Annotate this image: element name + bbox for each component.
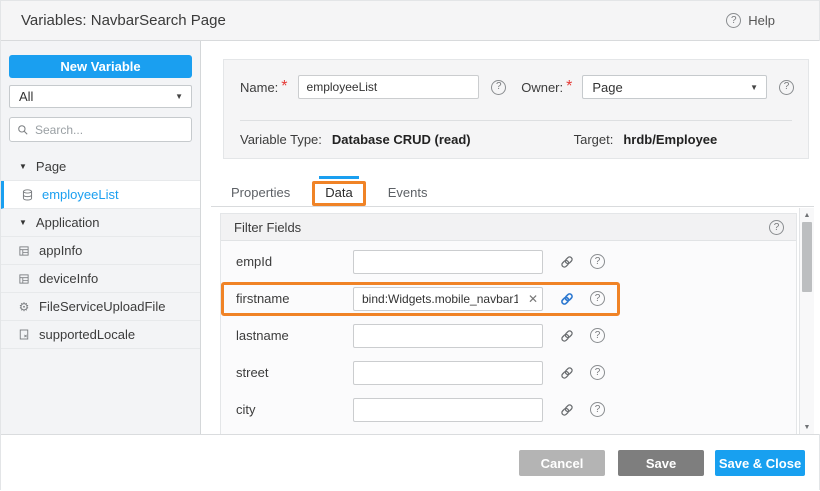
search-icon <box>17 124 29 136</box>
help-label: Help <box>748 13 775 28</box>
variables-tree: Page employeeList Application <box>1 153 200 349</box>
tree-item-fileserviceuploadfile[interactable]: ⚙ FileServiceUploadFile <box>1 293 200 321</box>
filter-field-row-city: city <box>221 391 796 428</box>
firstname-input[interactable] <box>353 287 543 311</box>
content-scrollbar[interactable] <box>799 208 814 434</box>
filter-fields-section: Filter Fields empId <box>220 213 797 434</box>
variables-dialog: Variables: NavbarSearch Page Help New Va… <box>0 0 820 490</box>
variable-search <box>9 117 192 142</box>
tab-label: Properties <box>231 185 290 200</box>
document-icon <box>17 328 31 341</box>
help-button[interactable]: Help <box>726 13 775 28</box>
lastname-input[interactable] <box>353 324 543 348</box>
active-tab-indicator <box>319 176 358 179</box>
bind-link-icon-active[interactable] <box>560 292 574 306</box>
bind-link-icon[interactable] <box>560 366 574 380</box>
variable-type-value: Database CRUD (read) <box>332 132 471 147</box>
clear-binding-icon[interactable] <box>528 293 538 305</box>
name-help-icon[interactable] <box>491 80 506 95</box>
field-help-icon[interactable] <box>590 291 605 306</box>
grid-icon <box>17 245 31 257</box>
tab-events[interactable]: Events <box>383 180 433 205</box>
tree-group-page[interactable]: Page <box>1 153 200 181</box>
dialog-header: Variables: NavbarSearch Page Help <box>1 1 819 41</box>
required-marker: * <box>566 78 572 96</box>
required-marker: * <box>281 78 287 96</box>
owner-help-icon[interactable] <box>779 80 794 95</box>
name-label: Name: <box>240 80 278 95</box>
help-question-icon <box>726 13 741 28</box>
field-help-icon[interactable] <box>590 254 605 269</box>
section-title: Filter Fields <box>234 220 301 235</box>
tab-label: Events <box>388 185 428 200</box>
filter-fields-help-icon[interactable] <box>769 220 784 235</box>
tree-item-deviceinfo[interactable]: deviceInfo <box>1 265 200 293</box>
scroll-up-icon[interactable] <box>800 209 814 221</box>
field-label: city <box>221 402 353 417</box>
street-input[interactable] <box>353 361 543 385</box>
tab-label: Data <box>325 185 352 200</box>
cancel-button[interactable]: Cancel <box>519 450 605 476</box>
bind-link-icon[interactable] <box>560 403 574 417</box>
tree-item-label: supportedLocale <box>39 327 135 342</box>
variable-filter-value: All <box>19 89 33 104</box>
tree-item-appinfo[interactable]: appInfo <box>1 237 200 265</box>
grid-icon <box>17 273 31 285</box>
variable-summary-panel: Name: * Owner: * Page Variable Type: Dat… <box>223 59 809 159</box>
city-input[interactable] <box>353 398 543 422</box>
field-label: street <box>221 365 353 380</box>
filter-field-row-firstname: firstname <box>221 280 796 317</box>
database-icon <box>20 188 34 202</box>
field-help-icon[interactable] <box>590 365 605 380</box>
variable-name-field[interactable] <box>298 75 480 99</box>
empid-input[interactable] <box>353 250 543 274</box>
tab-data[interactable]: Data <box>320 180 357 205</box>
page-title: Variables: NavbarSearch Page <box>21 12 226 29</box>
tree-item-label: appInfo <box>39 243 82 258</box>
field-help-icon[interactable] <box>590 328 605 343</box>
owner-dropdown[interactable]: Page <box>582 75 767 99</box>
filter-field-row-street: street <box>221 354 796 391</box>
tree-group-label: Page <box>36 159 66 174</box>
save-and-close-button[interactable]: Save & Close <box>715 450 805 476</box>
panel-divider <box>240 120 792 121</box>
search-input[interactable] <box>35 123 184 137</box>
bind-link-icon[interactable] <box>560 255 574 269</box>
tree-item-label: deviceInfo <box>39 271 98 286</box>
tree-group-application[interactable]: Application <box>1 209 200 237</box>
field-help-icon[interactable] <box>590 402 605 417</box>
save-button[interactable]: Save <box>618 450 704 476</box>
new-variable-button[interactable]: New Variable <box>9 55 192 78</box>
tree-item-label: FileServiceUploadFile <box>39 299 165 314</box>
gear-icon: ⚙ <box>17 300 31 314</box>
bind-link-icon[interactable] <box>560 329 574 343</box>
filter-field-row-lastname: lastname <box>221 317 796 354</box>
field-label: firstname <box>221 291 353 306</box>
scrollbar-thumb[interactable] <box>802 222 812 292</box>
tree-item-supportedlocale[interactable]: supportedLocale <box>1 321 200 349</box>
owner-value: Page <box>592 80 622 95</box>
variable-filter-dropdown[interactable]: All <box>9 85 192 108</box>
filter-field-row-empid: empId <box>221 243 796 280</box>
filter-fields-header: Filter Fields <box>221 214 796 241</box>
variable-detail-panel: Name: * Owner: * Page Variable Type: Dat… <box>201 41 820 434</box>
tree-group-label: Application <box>36 215 100 230</box>
detail-tabs: Properties Data Events <box>211 179 814 207</box>
tree-item-employeelist[interactable]: employeeList <box>1 181 200 209</box>
chevron-down-icon[interactable] <box>19 162 27 171</box>
owner-label: Owner: <box>521 80 563 95</box>
tab-content: Filter Fields empId <box>211 207 814 434</box>
scroll-down-icon[interactable] <box>800 421 814 433</box>
field-label: empId <box>221 254 353 269</box>
chevron-down-icon[interactable] <box>19 218 27 227</box>
variable-type-label: Variable Type: <box>240 132 322 147</box>
target-value: hrdb/Employee <box>623 132 717 147</box>
variables-sidebar: New Variable All Page <box>1 41 201 434</box>
field-label: lastname <box>221 328 353 343</box>
dialog-footer: Cancel Save Save & Close <box>1 434 819 491</box>
tab-properties[interactable]: Properties <box>226 180 295 205</box>
target-label: Target: <box>574 132 614 147</box>
tree-item-label: employeeList <box>42 187 119 202</box>
